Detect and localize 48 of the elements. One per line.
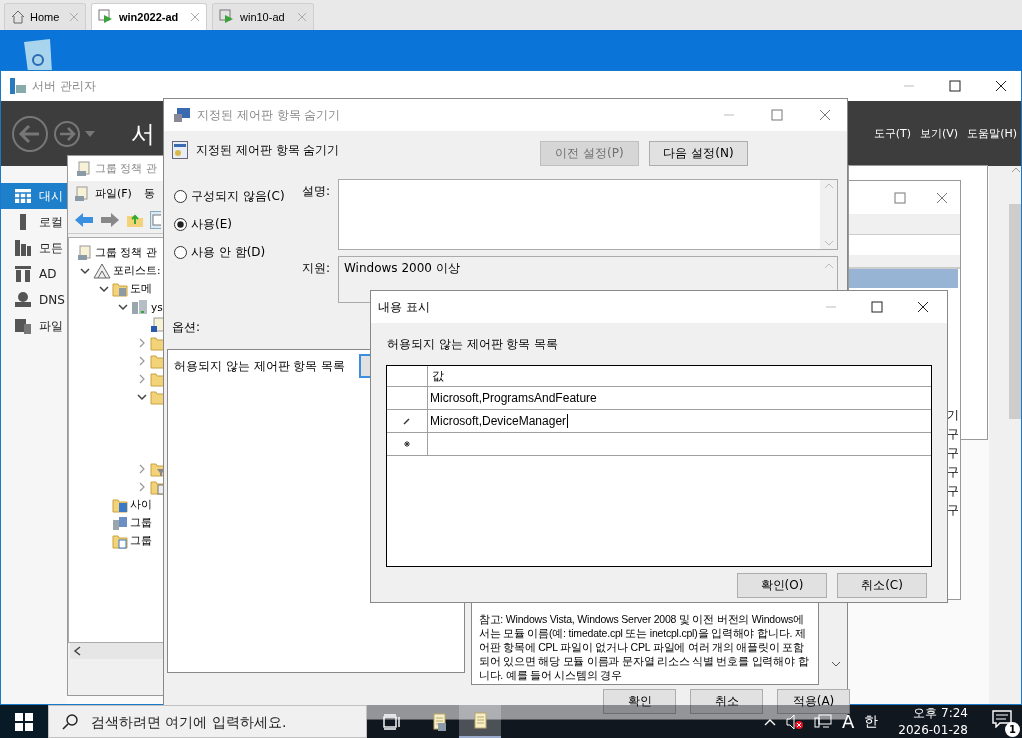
nav-item[interactable]: DNS bbox=[1, 287, 67, 313]
dialog-button[interactable]: 적용(A) bbox=[777, 689, 850, 714]
dialog-button[interactable]: 확인 bbox=[603, 689, 676, 714]
dialog-button[interactable]: 취소(C) bbox=[837, 573, 927, 598]
vm-tab[interactable]: win2022-ad bbox=[91, 3, 207, 30]
tree-item[interactable]: 도메 bbox=[130, 282, 152, 296]
vm-tab[interactable]: Home bbox=[4, 3, 86, 30]
nav-item[interactable]: 대시 bbox=[1, 183, 67, 209]
menu-item[interactable]: 동 bbox=[143, 186, 155, 201]
tree-item[interactable]: ys bbox=[151, 301, 163, 313]
language-indicator[interactable]: 한 bbox=[864, 712, 879, 731]
options-label: 옵션: bbox=[172, 320, 201, 334]
list-label: 허용되지 않는 제어판 항목 목록 bbox=[387, 337, 559, 351]
nav-item[interactable]: 모든 bbox=[1, 235, 67, 261]
tree-item[interactable]: 그룹 bbox=[130, 534, 152, 548]
menu-item[interactable]: 파일(F) bbox=[95, 186, 132, 201]
radio-option[interactable]: 사용(E) bbox=[174, 215, 302, 234]
cell-editor[interactable]: Microsoft,DeviceManager bbox=[428, 410, 931, 432]
dialog-button[interactable]: 취소 bbox=[690, 689, 763, 714]
next-setting-button[interactable]: 다음 설정(N) bbox=[649, 141, 748, 166]
input-mode-indicator[interactable]: A bbox=[841, 711, 855, 732]
help-text: 참고: Windows Vista, Windows Server 2008 및 이전 버전의 Windows에서는 모듈 이름(예: timedate.cpl 또는 inetcpl.cpl)을 입력해야 합니다. 제어판 항목에 CPL 파일이 없거나 CPL 파일에 여러 개의 애플릿이 포함되어 있으면 해당 모듈 이름과 문자열 리소스 식별 번호를 입력해야 합니다. 예를 들어 시스템의 경우 bbox=[478, 612, 810, 682]
window-title: 서버 관리자 bbox=[32, 77, 96, 95]
window-title: 지정된 제어판 항목 숨기기 bbox=[197, 106, 341, 124]
tree-item[interactable]: 그룹 정책 관 bbox=[95, 246, 157, 260]
menu-item[interactable]: 도움말(H) bbox=[967, 126, 1017, 141]
tree-item[interactable]: 사이 bbox=[130, 498, 152, 512]
search-field[interactable]: 검색하려면 여기에 입력하세요. bbox=[48, 705, 367, 738]
radio-option[interactable]: 구성되지 않음(C) bbox=[174, 187, 302, 206]
nav-item[interactable]: 로컬 bbox=[1, 209, 67, 235]
menu-item[interactable]: 도구(T) bbox=[873, 126, 912, 141]
setting-title: 지정된 제어판 항목 숨기기 bbox=[196, 141, 340, 159]
clock[interactable]: 오후 7:24 2026-01-28 bbox=[888, 704, 982, 738]
tree-item[interactable]: 포리스트: bbox=[113, 264, 161, 278]
field-label: 지원: bbox=[302, 260, 332, 277]
page-heading: 서 bbox=[131, 118, 155, 150]
option-label: 허용되지 않는 제어판 항목 목록 bbox=[174, 358, 346, 375]
field-label: 설명: bbox=[302, 183, 332, 200]
grid-cell[interactable]: Microsoft,ProgramsAndFeature bbox=[428, 387, 931, 409]
nav-item[interactable]: 파일 bbox=[1, 313, 67, 339]
menu-item[interactable]: 보기(V) bbox=[920, 126, 959, 141]
column-header[interactable]: 값 bbox=[428, 366, 931, 386]
nav-item[interactable]: AD bbox=[1, 261, 67, 287]
vm-tab[interactable]: win10-ad bbox=[212, 3, 314, 30]
tree-item[interactable]: 그룹 bbox=[130, 516, 152, 530]
radio-option[interactable]: 사용 안 함(D) bbox=[174, 243, 302, 262]
dialog-button[interactable]: 확인(O) bbox=[737, 573, 827, 598]
window-title: 그룹 정책 관 bbox=[95, 161, 157, 176]
